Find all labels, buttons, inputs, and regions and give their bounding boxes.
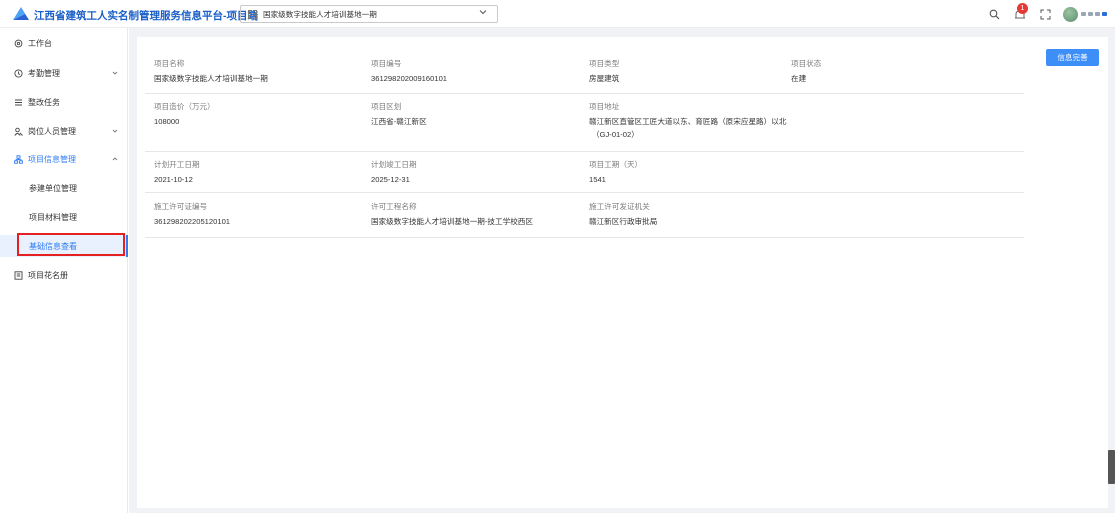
- field-permit-authority: 施工许可发证机关 赣江新区行政审批局: [589, 201, 657, 228]
- field-label: 项目工期（天）: [589, 160, 643, 169]
- field-label: 计划开工日期: [154, 160, 200, 169]
- field-label: 许可工程名称: [371, 202, 417, 211]
- field-value: 国家级数字技能人才培训基地一期-技工学校西区: [371, 217, 533, 226]
- highlight-box: [17, 233, 125, 256]
- project-select[interactable]: 国家级数字技能人才培训基地一期: [240, 5, 498, 23]
- sidebar-item-label: 考勤管理: [28, 68, 60, 78]
- field-label: 项目编号: [371, 59, 402, 68]
- username-blurred: [1081, 12, 1107, 16]
- sidebar-item-rectification[interactable]: 整改任务: [0, 91, 128, 113]
- field-label: 项目类型: [589, 59, 620, 68]
- field-permit-number: 施工许可证编号 361298202205120101: [154, 201, 230, 228]
- field-value: 1541: [589, 175, 606, 184]
- fullscreen-icon[interactable]: [1040, 9, 1051, 20]
- field-value: 2021-10-12: [154, 175, 193, 184]
- sidebar-item-attendance[interactable]: 考勤管理: [0, 62, 128, 84]
- field-planned-start: 计划开工日期 2021-10-12: [154, 159, 200, 186]
- chevron-down-icon: [479, 10, 487, 15]
- field-planned-end: 计划竣工日期 2025-12-31: [371, 159, 417, 186]
- sidebar-item-project-info[interactable]: 项目信息管理: [0, 148, 128, 170]
- app-title: 江西省建筑工人实名制管理服务信息平台-项目端: [34, 10, 258, 22]
- sidebar-item-label: 项目材料管理: [29, 212, 77, 222]
- notification-badge: 1: [1017, 3, 1028, 14]
- clock-icon: [14, 68, 23, 78]
- chevron-up-icon: [112, 157, 118, 161]
- grid-icon: [248, 9, 257, 19]
- list-icon: [15, 99, 22, 105]
- info-row: [145, 94, 1024, 152]
- field-label: 计划竣工日期: [371, 160, 417, 169]
- search-icon[interactable]: [989, 9, 1000, 20]
- field-label: 项目地址: [589, 102, 620, 111]
- field-value: 361298202205120101: [154, 217, 231, 226]
- sidebar-subitem-materials[interactable]: 项目材料管理: [0, 206, 128, 228]
- field-label: 施工许可发证机关: [589, 202, 650, 211]
- field-value: 108000: [154, 117, 180, 126]
- scrollbar-handle[interactable]: [1108, 450, 1115, 484]
- field-value: 在建: [791, 74, 807, 83]
- field-value: 2025-12-31: [371, 175, 410, 184]
- project-select-value: 国家级数字技能人才培训基地一期: [263, 9, 377, 19]
- sidebar-item-workbench[interactable]: 工作台: [0, 32, 128, 54]
- field-project-code: 项目编号 361298202009160101: [371, 58, 447, 85]
- chevron-down-icon: [112, 129, 118, 133]
- field-label: 项目造价（万元）: [154, 102, 215, 111]
- field-value: 赣江新区直管区工匠大道以东、育匠路（原宋应星路）以北: [589, 117, 787, 126]
- field-project-name: 项目名称 国家级数字技能人才培训基地一期: [154, 58, 268, 85]
- top-header: 江西省建筑工人实名制管理服务信息平台-项目端 国家级数字技能人才培训基地一期 1: [0, 0, 1115, 28]
- field-project-region: 项目区划 江西省-赣江新区: [371, 101, 427, 128]
- field-project-duration: 项目工期（天） 1541: [589, 159, 642, 186]
- field-label: 项目名称: [154, 59, 185, 68]
- gear-icon: [14, 39, 23, 47]
- sidebar: 工作台 考勤管理 整改任务 岗位人员管理 项目信息管理 参建单位管理 项目材料管…: [0, 28, 128, 513]
- sidebar-item-label: 岗位人员管理: [28, 126, 76, 136]
- field-project-address: 项目地址 赣江新区直管区工匠大道以东、育匠路（原宋应星路）以北 （GJ-01-0…: [589, 101, 786, 141]
- field-value: 国家级数字技能人才培训基地一期: [154, 74, 268, 83]
- field-label: 施工许可证编号: [154, 202, 208, 211]
- field-value: 房屋建筑: [589, 74, 620, 83]
- avatar: [1063, 6, 1078, 22]
- sidebar-item-label: 工作台: [28, 38, 52, 48]
- field-value: 江西省-赣江新区: [371, 117, 427, 126]
- sidebar-subitem-units[interactable]: 参建单位管理: [0, 177, 128, 199]
- info-row: [145, 193, 1024, 238]
- chevron-down-icon: [112, 71, 118, 75]
- field-project-status: 项目状态 在建: [791, 58, 821, 85]
- sidebar-item-staff[interactable]: 岗位人员管理: [0, 120, 128, 142]
- app-logo: [13, 7, 29, 20]
- roster-icon: [14, 270, 23, 280]
- info-row: [145, 152, 1024, 193]
- field-project-cost: 项目造价（万元） 108000: [154, 101, 215, 128]
- sidebar-item-label: 项目花名册: [28, 270, 68, 280]
- field-label: 项目状态: [791, 59, 822, 68]
- field-value-line2: （GJ-01-02）: [592, 130, 639, 139]
- sidebar-item-roster[interactable]: 项目花名册: [0, 264, 128, 286]
- org-icon: [14, 154, 23, 164]
- sidebar-item-label: 项目信息管理: [28, 154, 76, 164]
- person-icon: [14, 127, 23, 136]
- field-label: 项目区划: [371, 102, 402, 111]
- user-menu[interactable]: [1063, 6, 1107, 22]
- sidebar-item-label: 整改任务: [28, 97, 60, 107]
- complete-info-button[interactable]: 信息完善: [1046, 49, 1099, 66]
- info-row: [145, 51, 1024, 94]
- sidebar-item-label: 参建单位管理: [29, 183, 77, 193]
- field-value: 赣江新区行政审批局: [589, 217, 658, 226]
- field-value: 361298202009160101: [371, 74, 448, 83]
- field-permit-project-name: 许可工程名称 国家级数字技能人才培训基地一期-技工学校西区: [371, 201, 533, 228]
- notification-bell[interactable]: 1: [1012, 3, 1028, 22]
- field-project-type: 项目类型 房屋建筑: [589, 58, 619, 85]
